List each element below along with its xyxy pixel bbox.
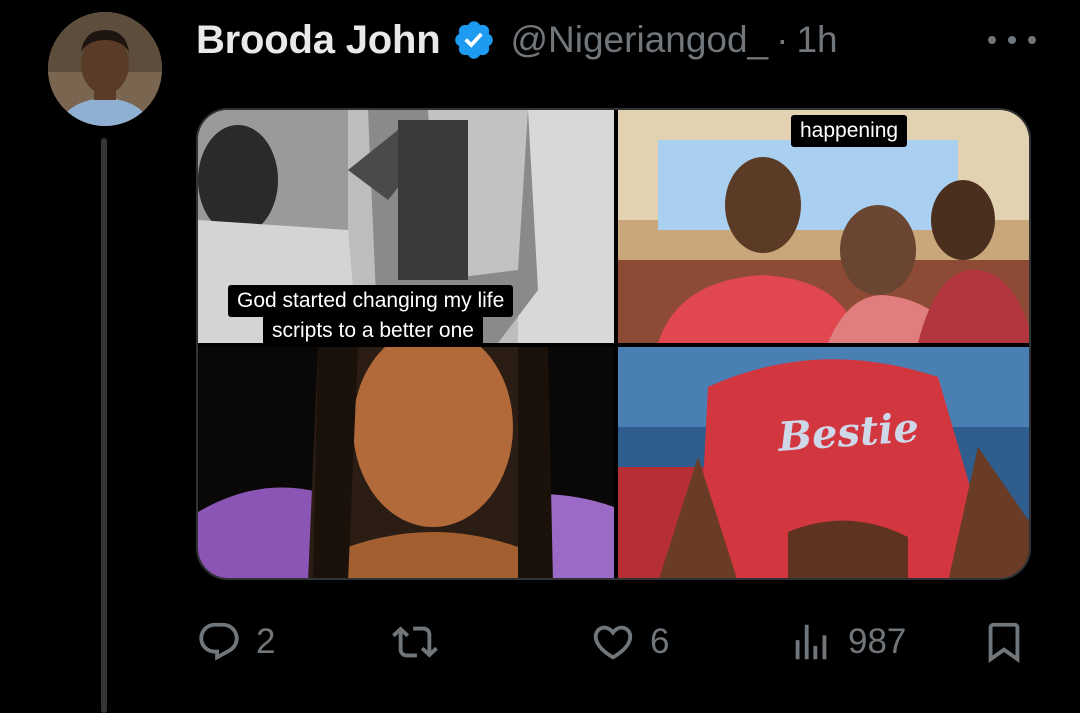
media-image-1[interactable]: God started changing my life scripts to … bbox=[198, 110, 614, 343]
media-image-4[interactable]: Bestie bbox=[618, 347, 1029, 578]
views-icon bbox=[795, 624, 827, 660]
like-button[interactable]: 6 bbox=[590, 612, 669, 672]
caption-line-2: scripts to a better one bbox=[263, 315, 483, 343]
retweet-button[interactable] bbox=[392, 612, 452, 672]
media-image-3[interactable] bbox=[198, 347, 614, 578]
tweet-time[interactable]: 1h bbox=[796, 19, 837, 61]
caption-line-1: happening bbox=[791, 115, 908, 147]
author-handle[interactable]: @Nigeriangod_ bbox=[510, 19, 768, 61]
more-icon[interactable] bbox=[988, 24, 1036, 56]
reply-count: 2 bbox=[256, 622, 276, 661]
avatar-image bbox=[48, 12, 162, 126]
photo-woman bbox=[198, 347, 614, 578]
media-image-2[interactable]: happening bbox=[618, 110, 1029, 343]
photo-bestie bbox=[618, 347, 1029, 578]
like-count: 6 bbox=[650, 622, 670, 661]
bookmark-icon bbox=[988, 622, 1020, 663]
verified-badge-icon bbox=[455, 21, 494, 59]
reply-icon bbox=[199, 622, 239, 661]
action-bar: 2 6 987 bbox=[196, 612, 1031, 672]
tweet-header: Brooda John @Nigeriangod_ · 1h bbox=[196, 14, 1036, 66]
separator-dot: · bbox=[776, 19, 789, 60]
views-count: 987 bbox=[848, 622, 907, 661]
reply-button[interactable]: 2 bbox=[196, 612, 275, 672]
shirt-text: Bestie bbox=[776, 404, 921, 461]
author-name[interactable]: Brooda John bbox=[196, 18, 441, 63]
views-button[interactable]: 987 bbox=[788, 612, 906, 672]
thread-line bbox=[101, 138, 107, 713]
media-grid[interactable]: God started changing my life scripts to … bbox=[196, 108, 1031, 580]
bookmark-button[interactable] bbox=[981, 612, 1027, 672]
author-avatar[interactable] bbox=[48, 12, 162, 126]
retweet-icon bbox=[392, 626, 438, 658]
caption-line-1: God started changing my life bbox=[228, 285, 514, 317]
like-icon bbox=[593, 625, 633, 660]
